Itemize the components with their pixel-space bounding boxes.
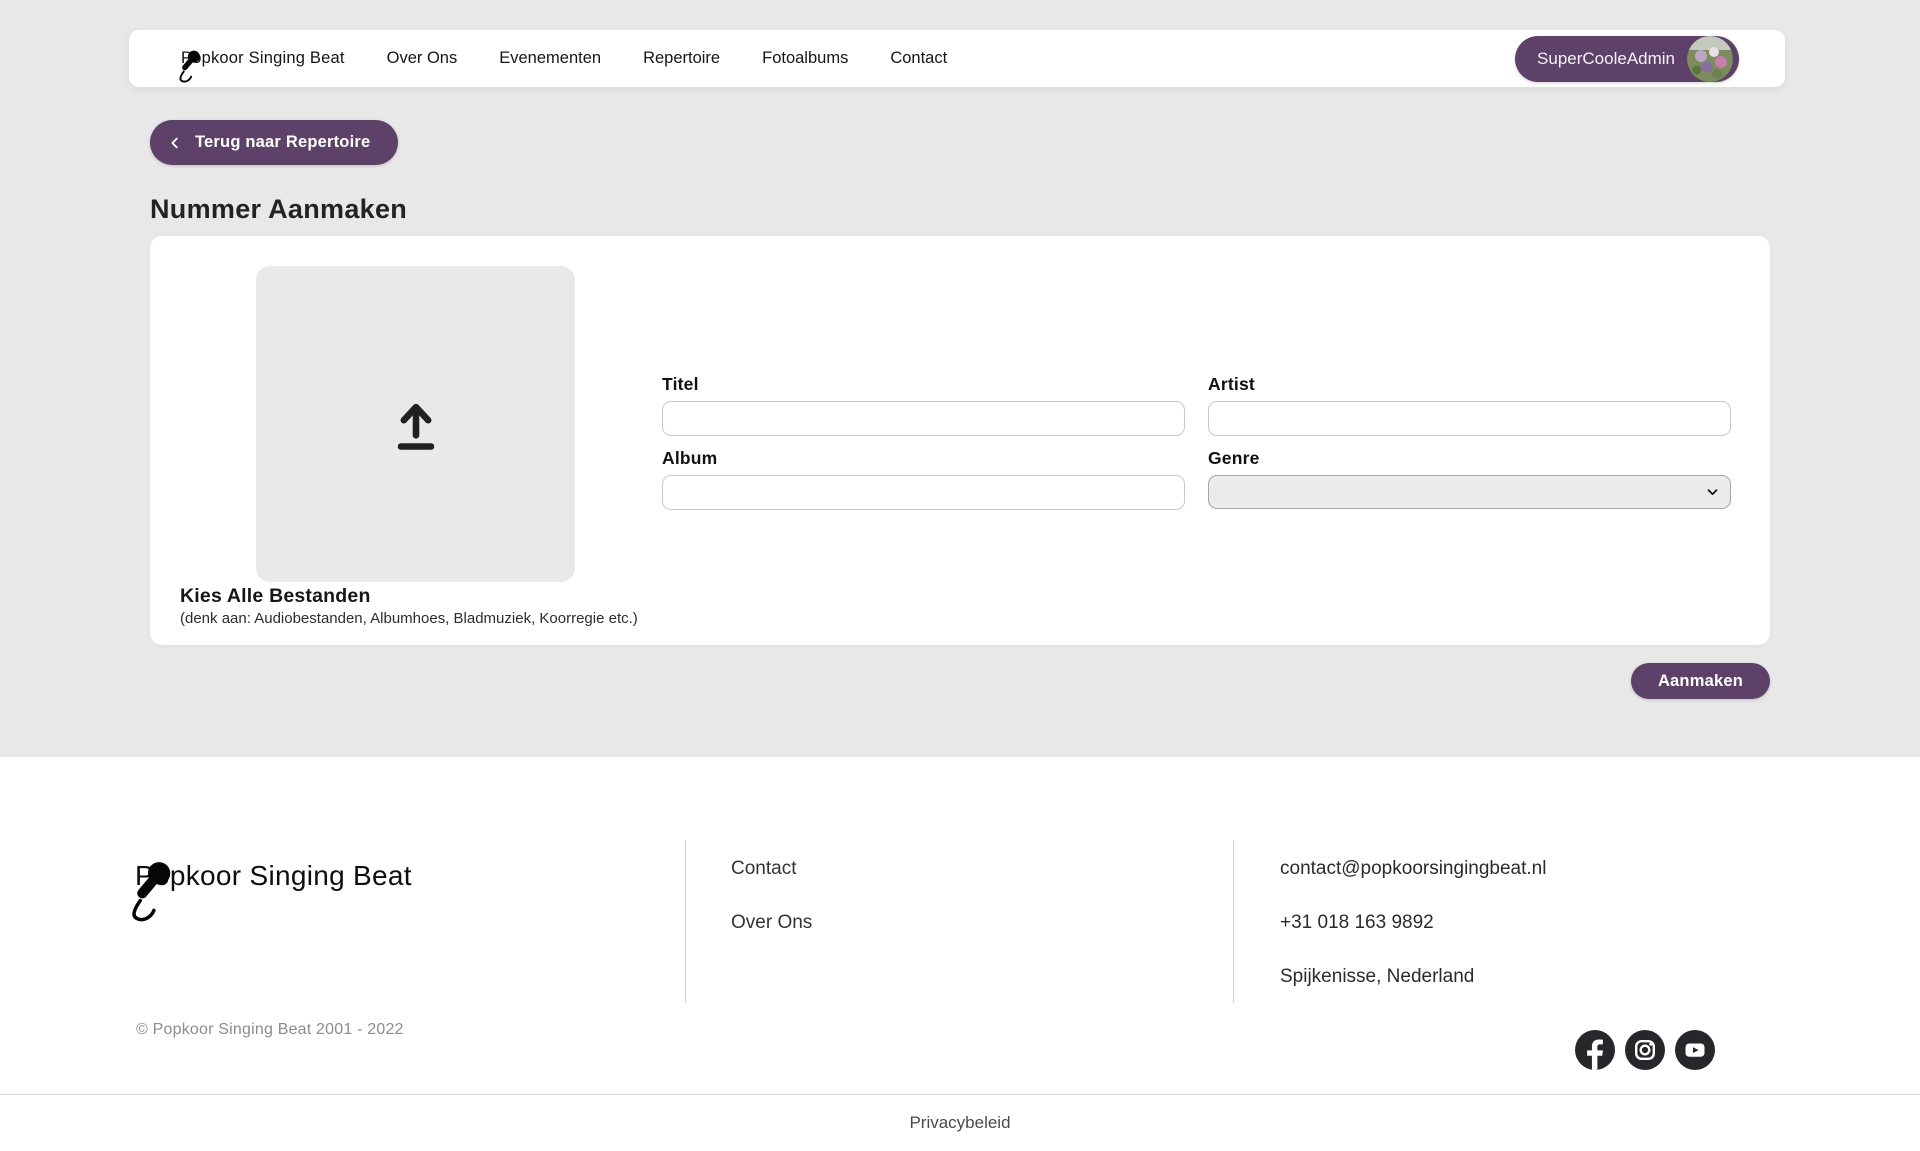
upload-hint: (denk aan: Audiobestanden, Albumhoes, Bl…	[180, 610, 638, 627]
footer-contact-info: contact@popkoorsingingbeat.nl +31 018 16…	[1280, 858, 1546, 1020]
footer-divider	[1233, 840, 1234, 1003]
chevron-left-icon	[168, 136, 182, 150]
instagram-button[interactable]	[1625, 1030, 1665, 1070]
avatar	[1687, 36, 1733, 82]
create-song-card: Kies Alle Bestanden (denk aan: Audiobest…	[150, 236, 1770, 645]
privacy-link[interactable]: Privacybeleid	[909, 1113, 1010, 1133]
genre-field: Genre	[1208, 448, 1731, 510]
footer-phone: +31 018 163 9892	[1280, 912, 1546, 934]
footer-links: Contact Over Ons	[731, 858, 812, 966]
social-links	[1575, 1030, 1715, 1070]
admin-user-label: SuperCooleAdmin	[1537, 49, 1675, 69]
create-submit-button[interactable]: Aanmaken	[1631, 663, 1770, 699]
facebook-button[interactable]	[1575, 1030, 1615, 1070]
footer-link-over-ons[interactable]: Over Ons	[731, 912, 812, 934]
album-field: Album	[662, 448, 1185, 510]
nav-links: Over Ons Evenementen Repertoire Fotoalbu…	[387, 49, 990, 68]
album-input[interactable]	[662, 475, 1185, 510]
back-to-repertoire-button[interactable]: Terug naar Repertoire	[150, 120, 398, 165]
footer-divider	[685, 840, 686, 1003]
nav-item-repertoire[interactable]: Repertoire	[643, 49, 720, 68]
upload-title: Kies Alle Bestanden	[180, 585, 638, 608]
back-button-label: Terug naar Repertoire	[195, 133, 370, 152]
instagram-icon	[1625, 1030, 1665, 1070]
page-title: Nummer Aanmaken	[150, 194, 407, 225]
nav-item-evenementen[interactable]: Evenementen	[499, 49, 601, 68]
top-navbar: Popkoor Singing Beat Over Ons Evenemente…	[129, 30, 1785, 87]
album-label: Album	[662, 448, 1185, 469]
titel-field: Titel	[662, 374, 1185, 436]
avatar-image	[1687, 36, 1733, 82]
copyright-text: © Popkoor Singing Beat 2001 - 2022	[136, 1021, 404, 1039]
song-form: Titel Artist Album Genre	[662, 374, 1731, 510]
footer-logo: Popkoor Singing Beat	[135, 860, 412, 892]
titel-input[interactable]	[662, 401, 1185, 436]
artist-field: Artist	[1208, 374, 1731, 436]
genre-label: Genre	[1208, 448, 1731, 469]
artist-input[interactable]	[1208, 401, 1731, 436]
titel-label: Titel	[662, 374, 1185, 395]
brand-logo-text: Popkoor Singing Beat	[181, 49, 345, 67]
nav-item-contact[interactable]: Contact	[890, 49, 947, 68]
privacy-bar: Privacybeleid	[0, 1094, 1920, 1151]
nav-item-fotoalbums[interactable]: Fotoalbums	[762, 49, 848, 68]
footer-link-contact[interactable]: Contact	[731, 858, 812, 880]
genre-select[interactable]	[1208, 475, 1731, 509]
footer-logo-text: Popkoor Singing Beat	[135, 860, 412, 891]
file-upload-dropzone[interactable]	[256, 266, 575, 582]
microphone-icon	[124, 859, 176, 924]
nav-item-over-ons[interactable]: Over Ons	[387, 49, 458, 68]
footer-email: contact@popkoorsingingbeat.nl	[1280, 858, 1546, 880]
footer-location: Spijkenisse, Nederland	[1280, 966, 1546, 988]
admin-user-button[interactable]: SuperCooleAdmin	[1515, 36, 1739, 82]
facebook-icon	[1575, 1030, 1615, 1070]
youtube-button[interactable]	[1675, 1030, 1715, 1070]
upload-caption: Kies Alle Bestanden (denk aan: Audiobest…	[180, 585, 638, 627]
upload-icon	[386, 391, 446, 457]
artist-label: Artist	[1208, 374, 1731, 395]
brand-logo[interactable]: Popkoor Singing Beat	[181, 49, 345, 68]
microphone-icon	[175, 49, 203, 84]
youtube-icon	[1675, 1030, 1715, 1070]
footer: Popkoor Singing Beat Contact Over Ons co…	[0, 757, 1920, 1151]
